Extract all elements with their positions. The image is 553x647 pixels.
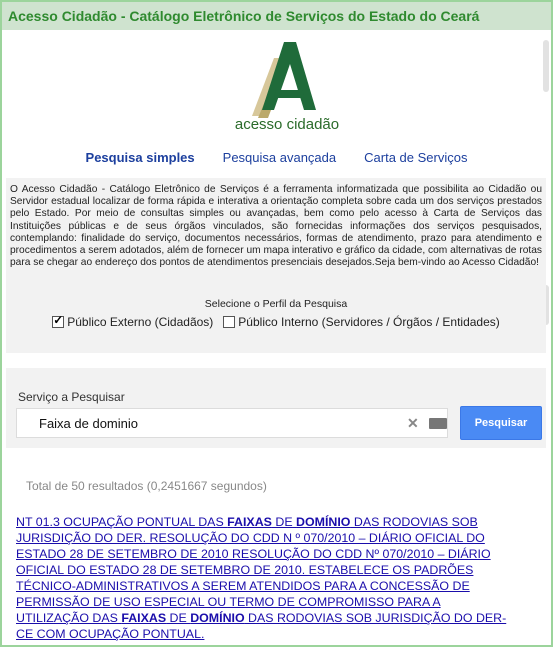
scrollbar-thumb[interactable] [543, 40, 549, 92]
publico-interno-label: Público Interno (Servidores / Órgãos / E… [238, 315, 500, 329]
search-label: Serviço a Pesquisar [18, 390, 125, 404]
keyboard-icon[interactable] [429, 418, 447, 429]
option-publico-externo[interactable]: Público Externo (Cidadãos) [52, 313, 214, 329]
app-window: Acesso Cidadão - Catálogo Eletrônico de … [0, 0, 553, 647]
result-text-3: DAS RODOVIAS SOB JURISDIÇÃO DO DER. RESO… [16, 515, 491, 625]
info-panel: O Acesso Cidadão - Catálogo Eletrônico d… [6, 178, 546, 353]
result-text-4: DE [166, 611, 191, 625]
tab-pesquisa-avancada[interactable]: Pesquisa avançada [223, 150, 336, 165]
result-highlight-2: DOMÍNIO [296, 515, 351, 529]
title-bar: Acesso Cidadão - Catálogo Eletrônico de … [2, 2, 551, 30]
result-link[interactable]: NT 01.3 OCUPAÇÃO PONTUAL DAS FAIXAS DE D… [16, 514, 516, 642]
clear-icon[interactable]: ✕ [407, 415, 419, 432]
option-publico-interno[interactable]: Público Interno (Servidores / Órgãos / E… [223, 315, 500, 329]
result-text-1: NT 01.3 OCUPAÇÃO PONTUAL DAS [16, 515, 228, 529]
logo-text: acesso cidadão [234, 116, 340, 133]
tab-carta-de-servicos[interactable]: Carta de Serviços [364, 150, 467, 165]
publico-interno-checkbox[interactable] [223, 316, 236, 328]
publico-externo-checkbox[interactable] [52, 313, 65, 328]
search-button[interactable]: Pesquisar [460, 406, 542, 440]
result-highlight-3: FAIXAS [121, 611, 167, 625]
results-count: Total de 50 resultados (0,2451667 segund… [26, 479, 267, 493]
perfil-options: Público Externo (Cidadãos) Público Inter… [6, 313, 546, 329]
window-title: Acesso Cidadão - Catálogo Eletrônico de … [8, 8, 480, 24]
search-field[interactable]: ✕ [16, 408, 448, 438]
publico-externo-label: Público Externo (Cidadãos) [67, 315, 214, 329]
search-area: Serviço a Pesquisar ✕ Pesquisar [6, 368, 546, 448]
tab-pesquisa-simples[interactable]: Pesquisa simples [86, 150, 195, 165]
description-text: O Acesso Cidadão - Catálogo Eletrônico d… [10, 184, 542, 269]
search-tabs: Pesquisa simples Pesquisa avançada Carta… [2, 150, 551, 165]
result-text-2: DE [271, 515, 297, 529]
result-highlight-1: FAIXAS [227, 515, 272, 529]
perfil-title: Selecione o Perfil da Pesquisa [204, 298, 348, 310]
result-highlight-4: DOMÍNIO [190, 611, 245, 625]
search-input[interactable] [37, 414, 401, 432]
